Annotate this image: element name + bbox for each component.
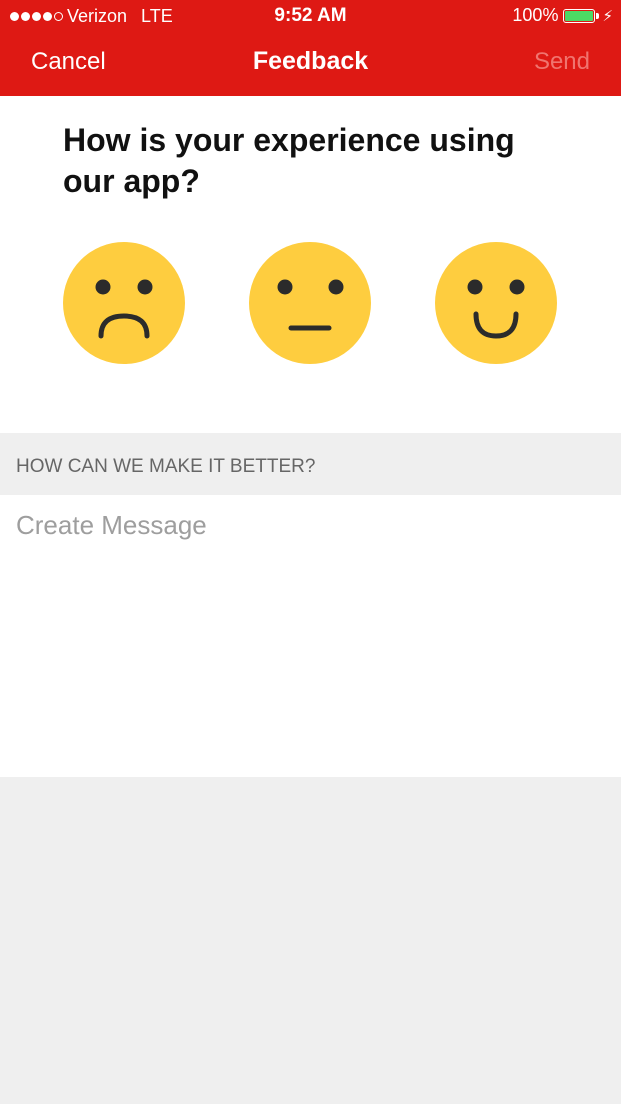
battery-icon bbox=[563, 8, 596, 23]
face-circle bbox=[249, 242, 371, 364]
neutral-face-icon bbox=[249, 242, 371, 364]
navigation-bar: Cancel Feedback Send bbox=[0, 32, 621, 96]
happy-face-button[interactable] bbox=[435, 242, 557, 364]
page-title: Feedback bbox=[252, 47, 369, 75]
message-area bbox=[0, 495, 621, 777]
status-right: 100% ⚡︎ bbox=[512, 5, 613, 26]
battery-tip bbox=[596, 12, 600, 19]
rating-section: How is your experience using our app? bbox=[0, 96, 621, 433]
send-button[interactable]: Send bbox=[534, 48, 590, 76]
neutral-face-button[interactable] bbox=[249, 242, 371, 364]
right-eye bbox=[137, 279, 153, 295]
status-bar: Verizon LTE 9:52 AM 100% ⚡︎ bbox=[0, 0, 621, 32]
sad-face-icon bbox=[63, 242, 185, 364]
feedback-section-header: HOW CAN WE MAKE IT BETTER? bbox=[0, 433, 621, 495]
left-eye bbox=[467, 279, 483, 295]
right-eye bbox=[328, 279, 344, 295]
message-input[interactable] bbox=[0, 495, 621, 777]
sad-face-button[interactable] bbox=[63, 242, 185, 364]
bolt-icon: ⚡︎ bbox=[602, 7, 613, 25]
battery-fill bbox=[565, 10, 594, 21]
empty-background bbox=[0, 777, 621, 1104]
right-eye bbox=[509, 279, 525, 295]
left-eye bbox=[95, 279, 111, 295]
face-circle bbox=[435, 242, 557, 364]
happy-face-icon bbox=[435, 242, 557, 364]
section-header-label: HOW CAN WE MAKE IT BETTER? bbox=[16, 456, 316, 477]
battery-percent: 100% bbox=[512, 5, 559, 25]
left-eye bbox=[277, 279, 293, 295]
face-circle bbox=[63, 242, 185, 364]
rating-question: How is your experience using our app? bbox=[63, 122, 515, 199]
